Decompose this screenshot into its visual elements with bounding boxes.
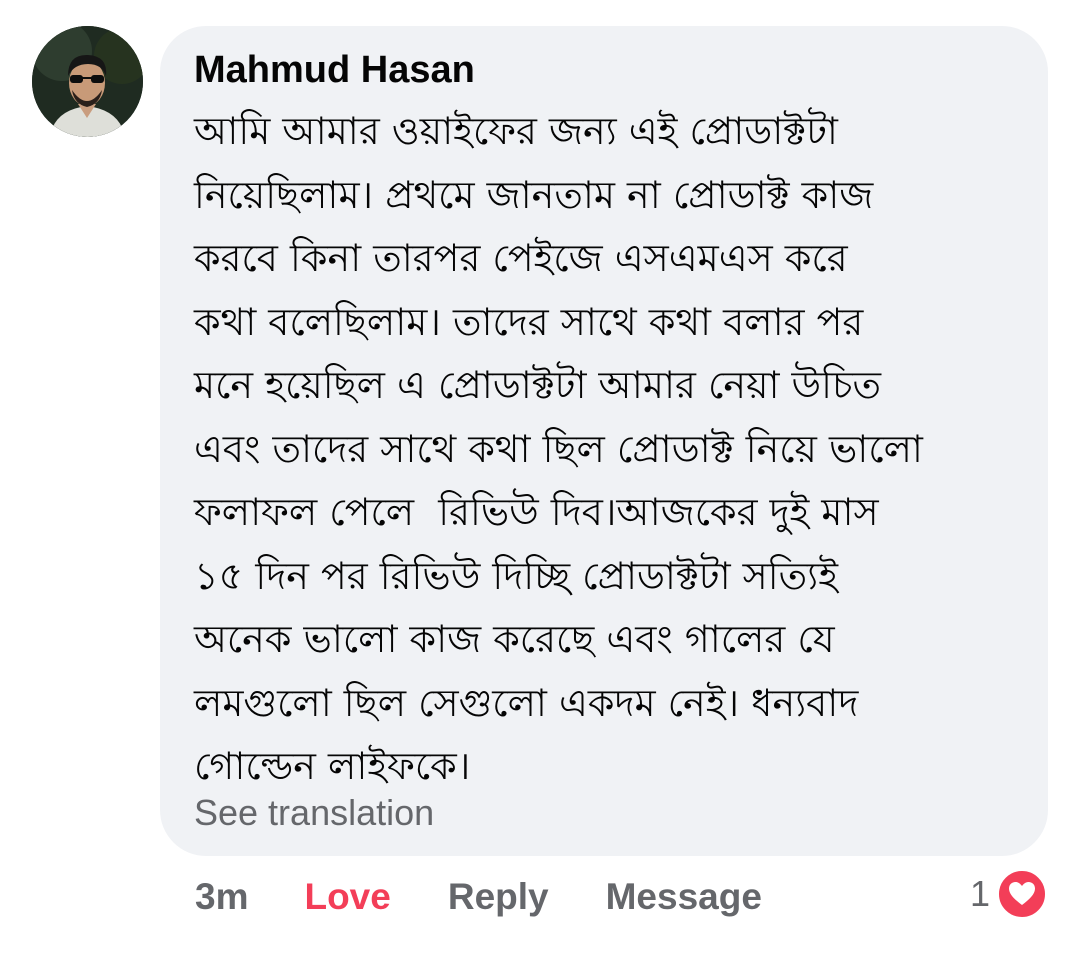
comment-line: গোল্ডেন লাইফকে। [194,744,471,788]
comment-actions: 3m Love Reply Message [195,872,762,922]
comment-line: নিয়েছিলাম। প্রথমে জানতাম না প্রোডাক্ট ক… [194,172,874,217]
comment-line: অনেক ভালো কাজ করেছে এবং গালের যে [194,617,835,661]
comment-line: কথা বলেছিলাম। তাদের সাথে কথা বলার পর [194,299,864,344]
comment-line: মনে হয়েছিল এ প্রোডাক্টটা আমার নেয়া উচি… [194,363,882,407]
comment-timestamp: 3m [195,876,249,917]
comment-line: ১৫ দিন পর রিভিউ দিচ্ছি প্রোডাক্টটা সত্যি… [194,553,838,598]
message-button[interactable]: Message [606,876,762,918]
reaction-summary[interactable]: 1 [970,868,1048,920]
comment-line: করবে কিনা তারপর পেইজে এসএমএস করে [194,236,848,280]
heart-icon [996,868,1048,920]
avatar-photo [32,26,143,137]
see-translation-link[interactable]: See translation [194,792,434,834]
love-button[interactable]: Love [304,876,390,918]
reply-button[interactable]: Reply [448,876,549,918]
comment-line: ফলাফল পেলে রিভিউ দিব।আজকের দুই মাস [194,490,879,534]
avatar[interactable] [32,26,143,137]
comment-line: আমি আমার ওয়াইফের জন্য এই প্রোডাক্টটা [194,109,838,153]
comment-line: এবং তাদের সাথে কথা ছিল প্রোডাক্ট নিয়ে ভ… [194,426,923,471]
reaction-count: 1 [969,873,990,914]
comment-author[interactable]: Mahmud Hasan [194,48,1018,92]
comment-text: আমি আমার ওয়াইফের জন্য এই প্রোডাক্টটা নি… [194,100,1018,799]
comment-bubble: Mahmud Hasan আমি আমার ওয়াইফের জন্য এই প… [160,26,1048,856]
comment-line: লমগুলো ছিল সেগুলো একদম নেই। ধন্যবাদ [194,680,859,725]
